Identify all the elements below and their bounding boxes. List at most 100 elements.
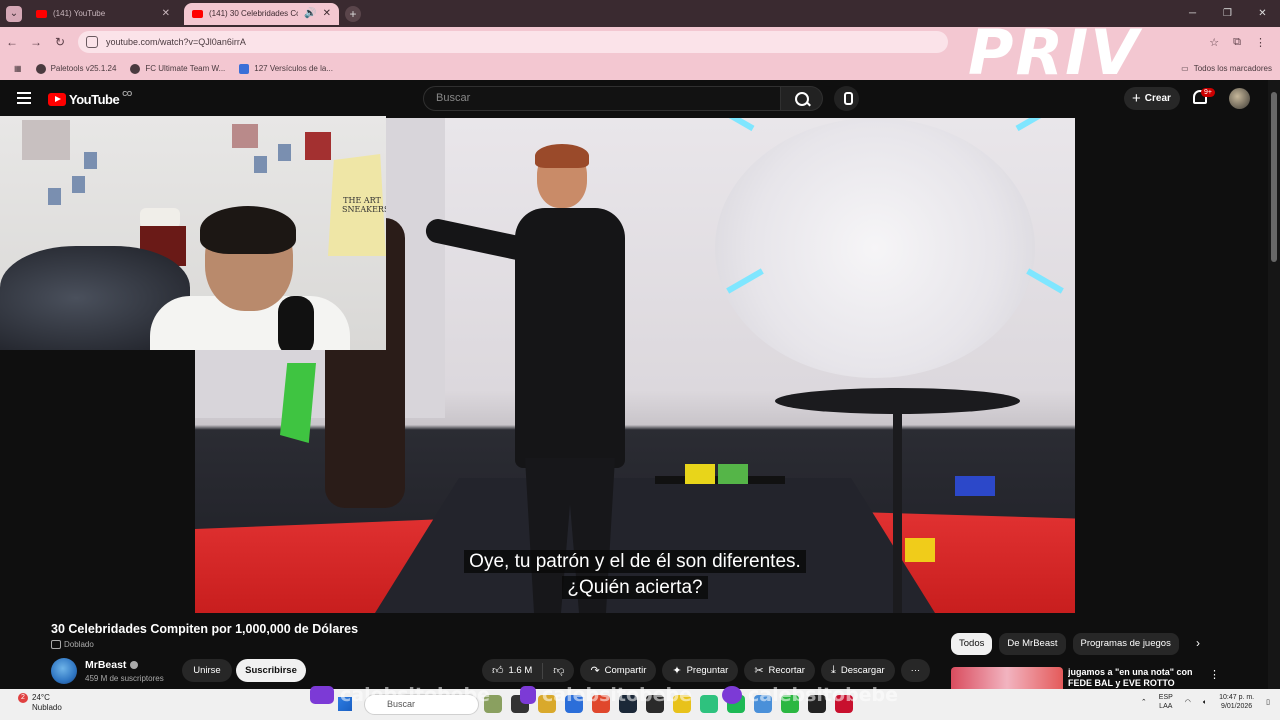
logo-text: YouTube [69,92,120,107]
video-scene-host [423,144,645,613]
video-scene-bench [655,476,785,536]
share-icon: ↷ [590,665,600,677]
bookmark-item[interactable]: 127 Versículos de la... [239,63,333,74]
subtitle-text: Oye, tu patrón y el de él son diferentes… [464,550,806,573]
clip-button[interactable]: ✂ Recortar [744,659,815,682]
share-button[interactable]: ↷ Compartir [580,659,657,682]
join-button[interactable]: Unirse [182,659,232,682]
webcam-poster [84,152,97,169]
wifi-icon[interactable]: ◠ [1185,698,1191,707]
reload-icon[interactable]: ↻ [48,35,72,49]
microphone-icon[interactable] [834,86,859,111]
clock[interactable]: 10:47 p. m. 9/01/2026 [1219,693,1254,711]
user-avatar[interactable] [1229,88,1250,109]
menu-icon[interactable]: ⋮ [1255,36,1266,49]
maximize-icon[interactable]: ❐ [1210,0,1245,27]
notification-center-icon[interactable]: ▯ [1266,698,1270,707]
recommended-menu-icon[interactable]: ⋮ [1209,668,1220,681]
webcam-poster [254,156,267,173]
browser-tab[interactable]: (141) YouTube ✕ [28,3,178,25]
youtube-favicon-icon [36,9,47,18]
tray-chevron-icon[interactable]: ⌃ [1141,698,1147,707]
recommended-video-title[interactable]: jugamos a "en una nota" con FEDE BAL y E… [1068,667,1198,689]
like-button[interactable]: 👍︎ 1.6 M [482,662,544,679]
country-code: CO [122,91,132,98]
minimize-icon[interactable]: ─ [1175,0,1210,27]
bookmark-label: Paletools v25.1.24 [50,64,117,73]
webcam-overlay: THE ART SNEAKERS [0,116,386,350]
tab-search-button[interactable]: ⌄ [6,5,22,22]
create-button[interactable]: + Crear [1124,87,1180,110]
more-actions-button[interactable]: ··· [900,659,931,682]
apps-icon[interactable]: ▦ [14,64,22,73]
weather-badge: 2 [18,693,28,703]
stream-social-overlay: calebsitobebe calebsitobebe calebsitobeb… [310,684,970,706]
video-scene-yellow-block [685,464,715,484]
bookmark-item[interactable]: Paletools v25.1.24 [35,63,117,74]
youtube-favicon-icon [192,9,203,18]
channel-name-text: MrBeast [85,659,127,671]
bookmark-star-icon[interactable]: ☆ [1209,36,1219,49]
close-tab-icon[interactable]: ✕ [162,8,170,19]
channel-name[interactable]: MrBeast [85,659,139,671]
share-label: Compartir [604,665,647,676]
webcam-poster [278,144,291,161]
like-dislike-group: 👍︎ 1.6 M 👎︎ [482,659,575,682]
bookmark-label: FC Ultimate Team W... [145,64,226,73]
download-button[interactable]: ⤓ Descargar [820,659,895,682]
download-label: Descargar [840,665,885,676]
page-scrollbar[interactable] [1268,80,1280,689]
youtube-play-icon [48,93,66,106]
scissors-icon: ✂ [754,665,764,677]
bookmark-favicon-icon [239,63,250,74]
ask-label: Preguntar [686,665,729,676]
site-info-icon[interactable] [86,36,98,48]
extensions-icon[interactable]: ⧉ [1233,36,1241,49]
like-count: 1.6 M [508,665,533,676]
language-indicator[interactable]: ESP LAA [1159,693,1173,711]
speaker-icon[interactable]: 🔊 [304,8,316,19]
sparkle-icon: ✦ [672,665,682,677]
ask-button[interactable]: ✦ Preguntar [662,659,739,682]
back-icon[interactable]: ← [0,35,24,49]
clock-date: 9/01/2026 [1221,703,1253,710]
volume-icon[interactable]: 🔈︎ [1203,698,1207,707]
scrollbar-thumb[interactable] [1271,92,1277,262]
channel-avatar[interactable] [51,658,77,684]
related-filter-chips: Todos De MrBeast Programas de juegos [951,633,1179,655]
close-window-icon[interactable]: ✕ [1245,0,1280,27]
dislike-button[interactable]: 👎︎ [543,664,574,677]
subscribe-button[interactable]: Suscribirse [236,659,306,682]
close-tab-icon[interactable]: ✕ [323,8,331,19]
weather-widget[interactable]: 24°C Nublado [32,693,62,713]
bookmark-item[interactable]: FC Ultimate Team W... [130,63,226,74]
subscriber-count: 459 M de suscriptores [85,674,164,683]
tiktok-icon [520,686,537,704]
search-icon[interactable] [781,86,823,111]
verified-icon [130,661,139,669]
search-input[interactable]: Buscar [423,86,781,111]
chip-all[interactable]: Todos [951,633,993,655]
youtube-logo[interactable]: YouTube CO [48,91,132,107]
chip-game-shows[interactable]: Programas de juegos [1072,633,1179,655]
webcam-poster [48,188,61,205]
handle-text: calebsitobebe [748,684,899,706]
new-tab-button[interactable]: + [345,5,361,22]
hamburger-menu-icon[interactable] [17,92,31,104]
dubbed-text: Doblado [64,640,94,649]
url-bar[interactable]: youtube.com/watch?v=QJl0an6irrA [78,31,948,53]
instagram-icon [722,686,743,704]
create-label: Crear [1144,93,1171,104]
chip-from-channel[interactable]: De MrBeast [999,633,1066,655]
webcam-shoe-box [140,208,180,228]
handle-text: calebsitobebe [542,684,693,706]
plus-icon: + [1132,90,1141,107]
webcam-bag-text: THE ART SNEAKERS [342,196,386,214]
forward-icon[interactable]: → [24,35,48,49]
chevron-right-icon[interactable]: › [1196,636,1200,650]
webcam-poster [22,120,70,160]
priv-watermark: PRIV [968,16,1141,89]
all-bookmarks[interactable]: ▭ Todos los marcadores [1181,64,1272,73]
browser-tab-active[interactable]: (141) 30 Celebridades Com 🔊 ✕ [184,2,339,25]
video-scene-host-hair [535,144,589,168]
